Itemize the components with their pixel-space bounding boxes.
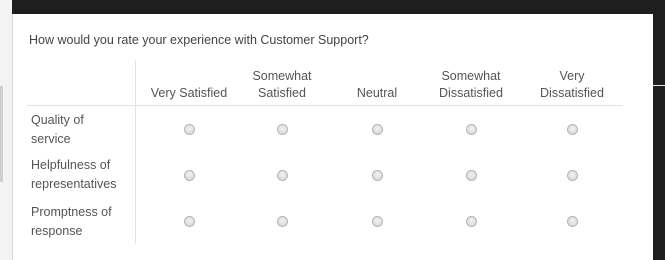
column-header-label: Somewhat Satisfied: [252, 69, 312, 100]
radio-quality-very-satisfied[interactable]: [184, 124, 195, 135]
column-header-label: Somewhat Dissatisfied: [439, 69, 503, 100]
column-header-somewhat-dissatisfied: Somewhat Dissatisfied: [421, 64, 521, 102]
radio-promptness-somewhat-dissatisfied[interactable]: [466, 216, 477, 227]
row-label-line: Helpfulness of: [31, 158, 111, 172]
header-divider: [27, 105, 623, 106]
radio-helpfulness-neutral[interactable]: [372, 170, 383, 181]
right-edge-line: [653, 85, 665, 86]
row-label-line: response: [31, 224, 83, 238]
row-label: Quality of service: [31, 111, 131, 149]
radio-promptness-neutral[interactable]: [372, 216, 383, 227]
row-label: Promptness of response: [31, 203, 131, 241]
radio-helpfulness-somewhat-satisfied[interactable]: [277, 170, 288, 181]
radio-quality-somewhat-dissatisfied[interactable]: [466, 124, 477, 135]
survey-question-card: How would you rate your experience with …: [12, 14, 653, 260]
radio-helpfulness-somewhat-dissatisfied[interactable]: [466, 170, 477, 181]
radio-promptness-somewhat-satisfied[interactable]: [277, 216, 288, 227]
column-header-label: Very Satisfied: [150, 86, 228, 100]
column-header-label: Neutral: [356, 86, 398, 100]
row-label-line: service: [31, 132, 71, 146]
radio-promptness-very-satisfied[interactable]: [184, 216, 195, 227]
left-edge-marker: [0, 86, 3, 182]
question-text: How would you rate your experience with …: [29, 33, 369, 47]
matrix-row-promptness: Promptness of response: [13, 202, 654, 246]
row-label-line: Promptness of: [31, 205, 112, 219]
radio-quality-neutral[interactable]: [372, 124, 383, 135]
column-header-very-dissatisfied: Very Dissatisfied: [522, 64, 622, 102]
row-label: Helpfulness of representatives: [31, 156, 131, 194]
column-header-label: Very Dissatisfied: [540, 69, 604, 100]
matrix-row-quality-of-service: Quality of service: [13, 110, 654, 154]
matrix-row-helpfulness: Helpfulness of representatives: [13, 155, 654, 201]
column-header-neutral: Neutral: [327, 64, 427, 102]
radio-quality-somewhat-satisfied[interactable]: [277, 124, 288, 135]
left-edge-strip: [0, 0, 12, 260]
row-label-line: representatives: [31, 177, 117, 191]
column-header-somewhat-satisfied: Somewhat Satisfied: [232, 64, 332, 102]
radio-helpfulness-very-dissatisfied[interactable]: [567, 170, 578, 181]
radio-promptness-very-dissatisfied[interactable]: [567, 216, 578, 227]
radio-quality-very-dissatisfied[interactable]: [567, 124, 578, 135]
radio-helpfulness-very-satisfied[interactable]: [184, 170, 195, 181]
column-header-very-satisfied: Very Satisfied: [139, 64, 239, 102]
row-label-line: Quality of: [31, 113, 84, 127]
